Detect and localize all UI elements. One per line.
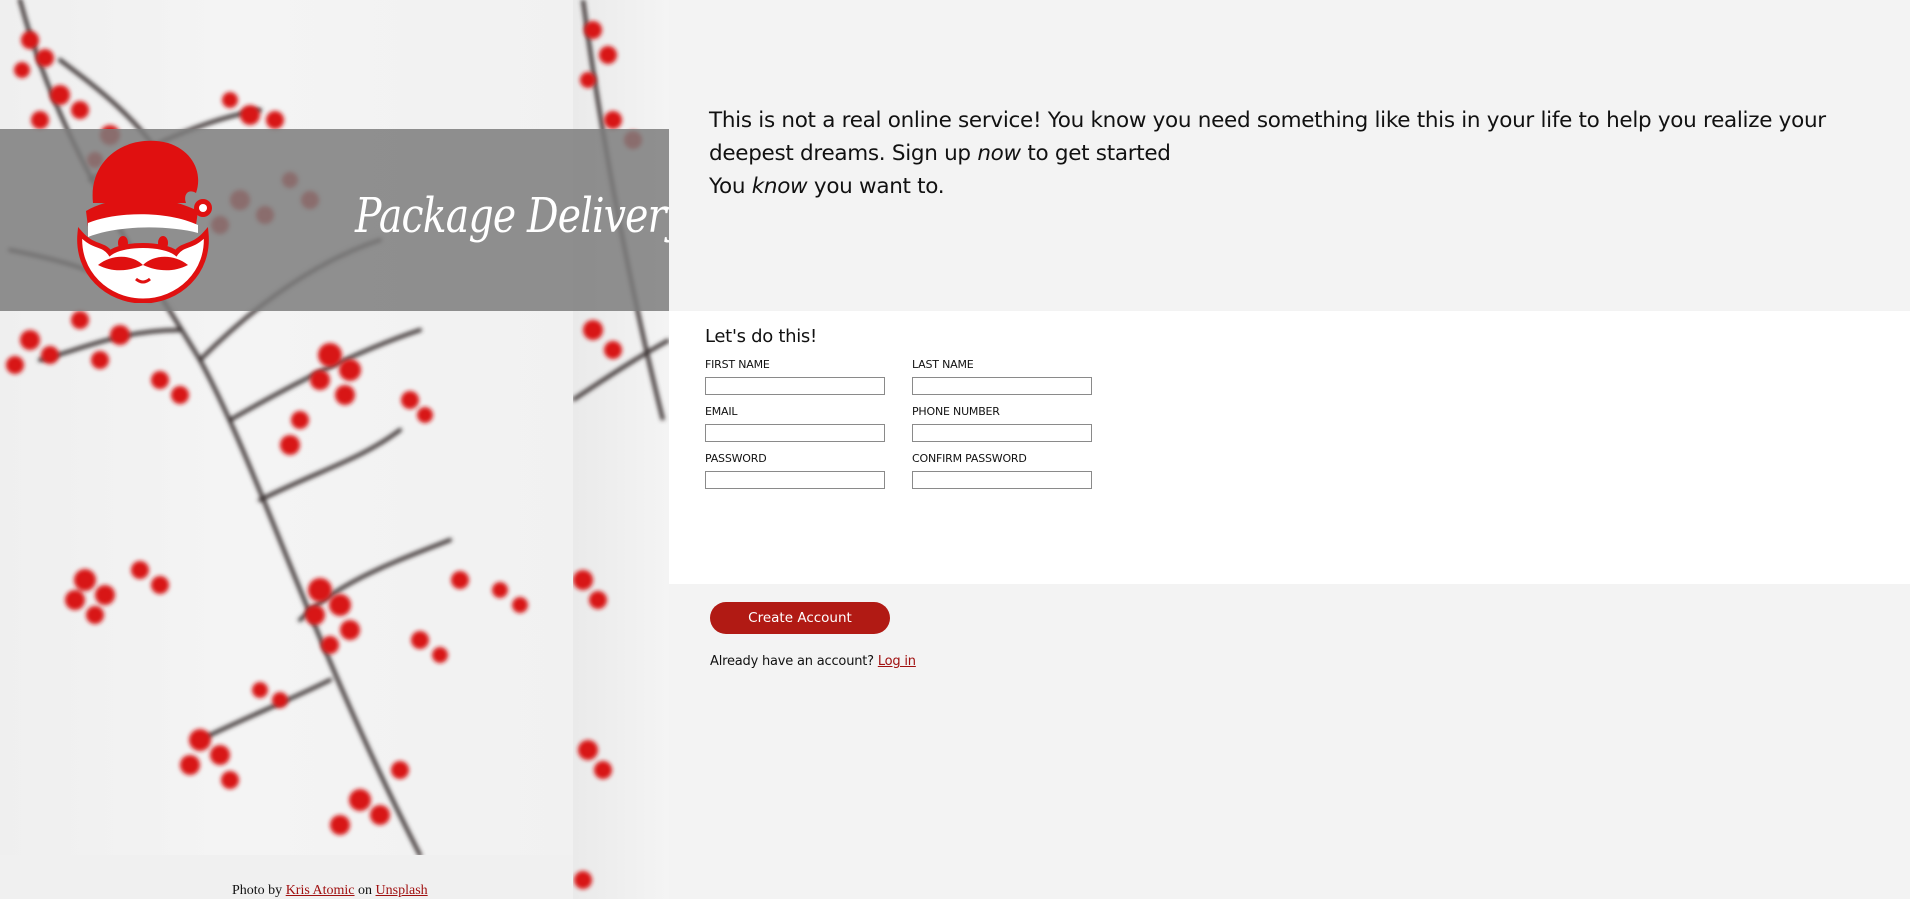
intro-line1-em: now	[977, 141, 1021, 166]
password-label: PASSWORD	[705, 452, 767, 465]
intro-text: This is not a real online service! You k…	[709, 104, 1859, 203]
photo-credit-prefix: Photo by	[232, 883, 283, 898]
photo-source-link[interactable]: Unsplash	[376, 883, 428, 898]
phone-label: PHONE NUMBER	[912, 405, 1000, 418]
santa-claus-icon	[77, 140, 212, 303]
signup-form-section	[669, 311, 1910, 584]
intro-line2-b: you want to.	[813, 174, 945, 199]
login-link[interactable]: Log in	[878, 654, 916, 669]
password-input[interactable]	[705, 471, 885, 489]
email-field: EMAIL	[705, 405, 885, 442]
hero-photo-panel: Package Delivery Photo by Kris Atomic on…	[0, 0, 669, 899]
photo-author-link[interactable]: Kris Atomic	[286, 883, 355, 898]
email-input[interactable]	[705, 424, 885, 442]
intro-line1-b: to get started	[1027, 141, 1171, 166]
password-field: PASSWORD	[705, 452, 885, 489]
intro-line2-a: You	[709, 174, 746, 199]
phone-field: PHONE NUMBER	[912, 405, 1092, 442]
confirm-password-label: CONFIRM PASSWORD	[912, 452, 1027, 465]
create-account-button[interactable]: Create Account	[710, 602, 890, 634]
intro-line1-a: This is not a real online service! You k…	[709, 108, 1826, 166]
form-heading: Let's do this!	[705, 326, 817, 347]
last-name-field: LAST NAME	[912, 358, 1092, 395]
last-name-label: LAST NAME	[912, 358, 974, 371]
last-name-input[interactable]	[912, 377, 1092, 395]
phone-input[interactable]	[912, 424, 1092, 442]
intro-line2-em: know	[751, 174, 808, 199]
confirm-password-field: CONFIRM PASSWORD	[912, 452, 1092, 489]
confirm-password-input[interactable]	[912, 471, 1092, 489]
first-name-label: FIRST NAME	[705, 358, 770, 371]
login-prompt: Already have an account? Log in	[710, 654, 916, 669]
email-label: EMAIL	[705, 405, 738, 418]
login-prompt-text: Already have an account?	[710, 654, 874, 669]
photo-credit: Photo by Kris Atomic on Unsplash	[232, 883, 428, 899]
first-name-input[interactable]	[705, 377, 885, 395]
brand-title: Package Delivery	[355, 188, 669, 244]
photo-credit-on: on	[358, 883, 373, 898]
first-name-field: FIRST NAME	[705, 358, 885, 395]
